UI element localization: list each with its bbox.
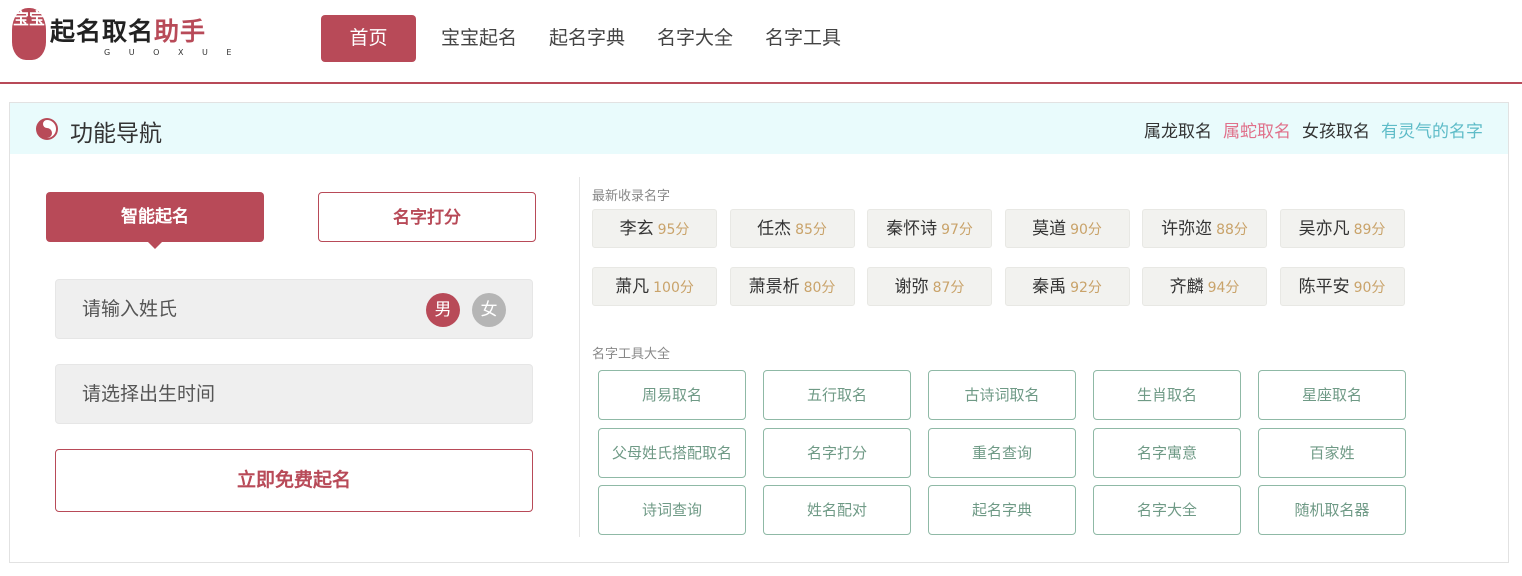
name-chip[interactable]: 齐麟 94分 [1142, 267, 1267, 306]
name-chip-name: 谢弥 [894, 277, 929, 297]
link-spiritual-names[interactable]: 有灵气的名字 [1381, 117, 1483, 142]
name-chip-score: 90分 [1070, 222, 1102, 238]
tool-button[interactable]: 百家姓 [1258, 427, 1406, 478]
name-chip-name: 许弥迩 [1161, 219, 1213, 239]
birth-time-placeholder: 请选择出生时间 [82, 383, 216, 405]
tool-button[interactable]: 周易取名 [598, 370, 746, 420]
tool-button[interactable]: 重名查询 [928, 427, 1076, 478]
link-dragon-naming[interactable]: 属龙取名 [1144, 117, 1212, 142]
name-chip-score: 95分 [657, 222, 690, 238]
logo-seal: 宝宝 [12, 8, 46, 60]
nav-baby-naming[interactable]: 宝宝起名 [441, 15, 517, 62]
name-chip-score: 80分 [803, 280, 836, 296]
tool-button[interactable]: 古诗词取名 [928, 370, 1076, 420]
nav-naming-dictionary[interactable]: 起名字典 [549, 15, 625, 62]
link-snake-naming[interactable]: 属蛇取名 [1223, 117, 1291, 142]
name-chip-name: 秦禹 [1032, 277, 1067, 297]
name-chip[interactable]: 萧凡 100分 [592, 267, 717, 306]
link-girl-naming[interactable]: 女孩取名 [1302, 117, 1370, 142]
name-chip-score: 97分 [941, 222, 973, 238]
name-chip-name: 李玄 [619, 219, 654, 239]
name-chip-name: 陈平安 [1298, 277, 1350, 297]
latest-names-label: 最新收录名字 [592, 189, 671, 204]
name-chip-score: 88分 [1216, 222, 1248, 238]
surname-input[interactable]: 请输入姓氏 男 女 [55, 279, 533, 339]
logo-title-accent: 助手 [154, 17, 207, 46]
tool-button[interactable]: 随机取名器 [1258, 485, 1406, 535]
nav-home[interactable]: 首页 [321, 15, 416, 62]
gender-female-button[interactable]: 女 [472, 293, 506, 327]
tab-smart-naming[interactable]: 智能起名 [46, 192, 264, 249]
name-chip-name: 秦怀诗 [886, 219, 938, 239]
surname-placeholder: 请输入姓氏 [82, 298, 178, 320]
tool-button[interactable]: 生肖取名 [1093, 370, 1241, 420]
logo-title: 起名取名助手 [50, 12, 206, 48]
name-tools-label: 名字工具大全 [592, 347, 671, 362]
tool-button[interactable]: 起名字典 [928, 485, 1076, 535]
free-naming-submit-button[interactable]: 立即免费起名 [55, 449, 533, 512]
tool-button[interactable]: 五行取名 [763, 370, 911, 420]
name-chip-score: 89分 [1353, 222, 1386, 238]
birth-time-picker[interactable]: 请选择出生时间 [55, 364, 533, 424]
nav-name-collection[interactable]: 名字大全 [657, 15, 733, 62]
name-chip[interactable]: 谢弥 87分 [867, 267, 992, 306]
tool-button[interactable]: 姓名配对 [763, 485, 911, 535]
yin-yang-icon [36, 118, 58, 140]
gender-male-button[interactable]: 男 [426, 293, 460, 327]
site-header: 宝宝 起名取名助手 G U O X U E 首页 宝宝起名 起名字典 名字大全 … [0, 0, 1522, 84]
tool-button[interactable]: 名字大全 [1093, 485, 1241, 535]
name-chip[interactable]: 李玄 95分 [592, 209, 717, 248]
name-chip-name: 任杰 [757, 219, 792, 239]
name-chip-score: 92分 [1070, 280, 1102, 296]
hot-links: 属龙取名 属蛇取名 女孩取名 有灵气的名字 [1133, 117, 1483, 142]
name-chip-score: 100分 [653, 280, 694, 296]
name-chip-score: 94分 [1207, 280, 1240, 296]
name-chip-score: 85分 [795, 222, 827, 238]
name-chip[interactable]: 萧景析 80分 [729, 267, 855, 306]
name-chip-name: 萧凡 [615, 277, 650, 297]
tool-button[interactable]: 星座取名 [1258, 370, 1406, 420]
feature-panel: 功能导航 属龙取名 属蛇取名 女孩取名 有灵气的名字 智能起名 名字打分 请输入… [9, 102, 1509, 563]
name-chip-name: 齐麟 [1169, 277, 1204, 297]
name-chip[interactable]: 任杰 85分 [729, 209, 855, 248]
logo-subtitle: G U O X U E [104, 48, 240, 57]
name-chip-name: 萧景析 [748, 277, 800, 297]
logo-title-main: 起名取名 [50, 17, 155, 46]
panel-title: 功能导航 [70, 121, 162, 147]
name-chip-score: 90分 [1353, 280, 1386, 296]
name-chip-score: 87分 [932, 280, 965, 296]
main-nav: 首页 宝宝起名 起名字典 名字大全 名字工具 [321, 15, 841, 62]
column-divider [579, 177, 580, 537]
tool-button[interactable]: 名字打分 [763, 427, 911, 478]
name-chip[interactable]: 秦怀诗 97分 [867, 209, 992, 248]
tool-button[interactable]: 名字寓意 [1093, 427, 1241, 478]
tool-button[interactable]: 父母姓氏搭配取名 [598, 427, 746, 478]
tab-name-score[interactable]: 名字打分 [318, 192, 536, 242]
name-chip-name: 莫道 [1032, 219, 1067, 239]
name-chip-name: 吴亦凡 [1298, 219, 1350, 239]
panel-header: 功能导航 属龙取名 属蛇取名 女孩取名 有灵气的名字 [10, 103, 1508, 154]
site-logo[interactable]: 宝宝 起名取名助手 G U O X U E [12, 8, 231, 64]
name-chip[interactable]: 莫道 90分 [1004, 209, 1130, 248]
name-chip[interactable]: 许弥迩 88分 [1142, 209, 1267, 248]
name-chip[interactable]: 秦禹 92分 [1004, 267, 1130, 306]
tool-button[interactable]: 诗词查询 [598, 485, 746, 535]
name-chip[interactable]: 陈平安 90分 [1279, 267, 1405, 306]
nav-name-tools[interactable]: 名字工具 [765, 15, 841, 62]
name-chip[interactable]: 吴亦凡 89分 [1279, 209, 1405, 248]
